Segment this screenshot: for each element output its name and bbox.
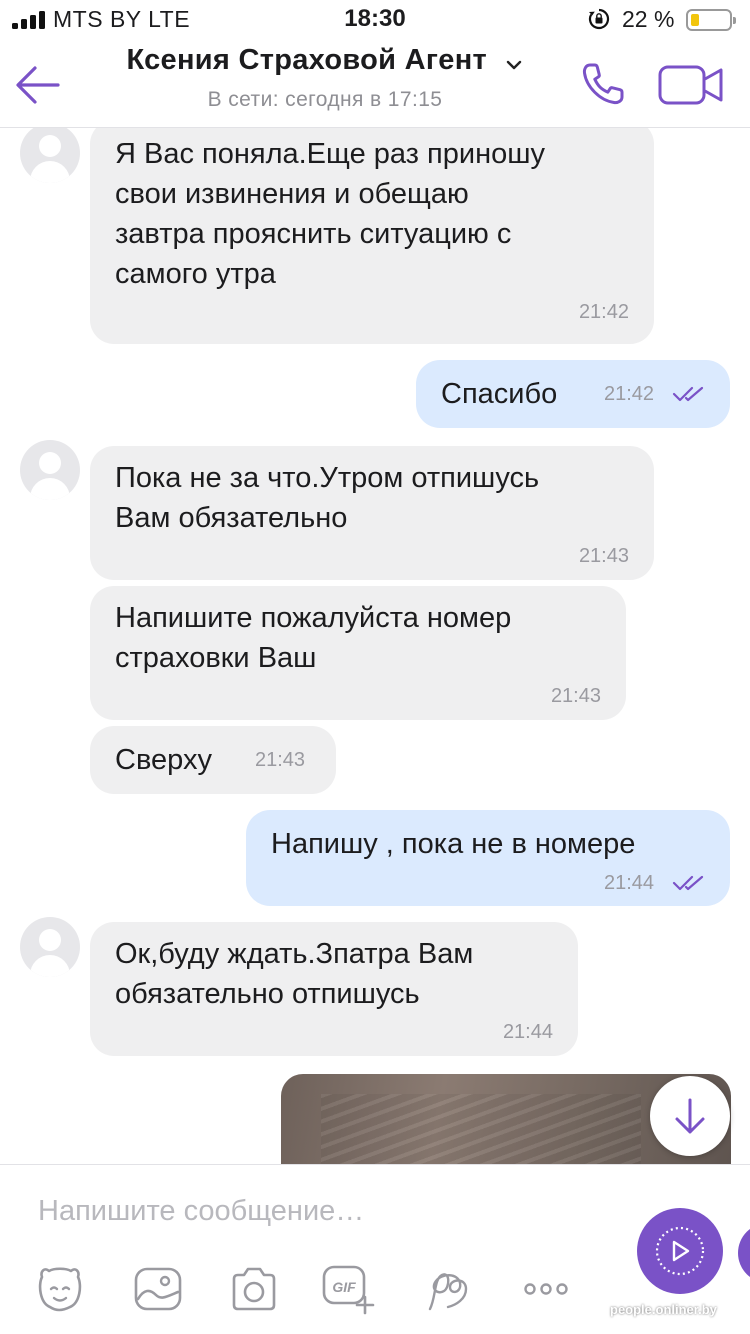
contact-status: В сети: сегодня в 17:15 xyxy=(207,88,443,111)
svg-text:GIF: GIF xyxy=(332,1279,356,1295)
chat-screen: MTS BY LTE 18:30 22 % Ксения Страховой А… xyxy=(0,0,750,1334)
message-time: 21:42 xyxy=(604,383,655,405)
watermark: people.onliner.by xyxy=(610,1302,717,1317)
incoming-message[interactable]: Сверху 21:43 xyxy=(90,726,336,794)
message-text: Ок,буду ждать.Зпатра Вам обязательно отп… xyxy=(115,938,474,1010)
play-circle-icon xyxy=(655,1226,705,1276)
incoming-message[interactable]: Ок,буду ждать.Зпатра Вам обязательно отп… xyxy=(90,922,578,1056)
video-camera-icon[interactable] xyxy=(658,65,724,105)
message-time: 21:44 xyxy=(604,872,655,894)
message-text: Пока не за что.Утром отпишусь Вам обязат… xyxy=(115,462,540,534)
message-text: Напишите пожалуйста номер страховки Ваш xyxy=(115,602,512,674)
status-bar: MTS BY LTE 18:30 22 % xyxy=(0,0,750,40)
message-text: Напишу , пока не в номере xyxy=(271,828,636,860)
contact-avatar[interactable] xyxy=(20,440,80,500)
doodle-icon[interactable] xyxy=(420,1261,476,1317)
contact-avatar[interactable] xyxy=(20,128,80,183)
phone-icon[interactable] xyxy=(580,61,626,107)
side-panel-handle[interactable] xyxy=(738,1223,750,1283)
battery-icon xyxy=(686,9,736,31)
back-arrow-icon[interactable] xyxy=(14,64,62,106)
read-receipt-icon xyxy=(672,875,704,891)
incoming-message[interactable]: Пока не за что.Утром отпишусь Вам обязат… xyxy=(90,446,654,580)
message-text: Спасибо xyxy=(441,378,558,410)
message-text: Сверху xyxy=(115,744,212,776)
contact-avatar[interactable] xyxy=(20,917,80,977)
message-list[interactable]: Я Вас поняла.Еще раз приношу свои извине… xyxy=(0,128,750,1164)
incoming-message[interactable]: Я Вас поняла.Еще раз приношу свои извине… xyxy=(90,128,654,344)
outgoing-message[interactable]: Напишу , пока не в номере 21:44 xyxy=(246,810,730,906)
message-input[interactable] xyxy=(38,1191,618,1231)
rotation-lock-icon xyxy=(588,8,610,30)
message-time: 21:42 xyxy=(578,301,629,323)
message-time: 21:43 xyxy=(550,685,601,707)
battery-percent: 22 % xyxy=(622,6,675,32)
gallery-icon[interactable] xyxy=(130,1261,186,1317)
camera-icon[interactable] xyxy=(226,1261,282,1317)
incoming-message[interactable]: Напишите пожалуйста номер страховки Ваш … xyxy=(90,586,626,720)
message-time: 21:43 xyxy=(578,545,629,567)
scroll-to-bottom-button[interactable] xyxy=(650,1076,730,1156)
outgoing-message[interactable]: Спасибо 21:42 xyxy=(416,360,730,428)
message-time: 21:44 xyxy=(502,1021,553,1043)
message-time: 21:43 xyxy=(255,749,306,771)
chat-header: Ксения Страховой Агент В сети: сегодня в… xyxy=(0,40,750,128)
contact-title-row[interactable]: Ксения Страховой Агент xyxy=(100,44,550,77)
message-text: Я Вас поняла.Еще раз приношу свои извине… xyxy=(115,138,545,290)
arrow-down-icon xyxy=(675,1098,705,1134)
sticker-icon[interactable] xyxy=(32,1261,88,1317)
more-icon[interactable] xyxy=(518,1261,574,1317)
read-receipt-icon xyxy=(672,386,704,402)
send-button[interactable] xyxy=(637,1208,723,1294)
gif-icon[interactable]: GIF xyxy=(320,1261,376,1317)
composer-toolbar: GIF xyxy=(0,1261,640,1317)
chevron-down-icon[interactable] xyxy=(505,59,523,71)
contact-name[interactable]: Ксения Страховой Агент xyxy=(127,44,488,76)
